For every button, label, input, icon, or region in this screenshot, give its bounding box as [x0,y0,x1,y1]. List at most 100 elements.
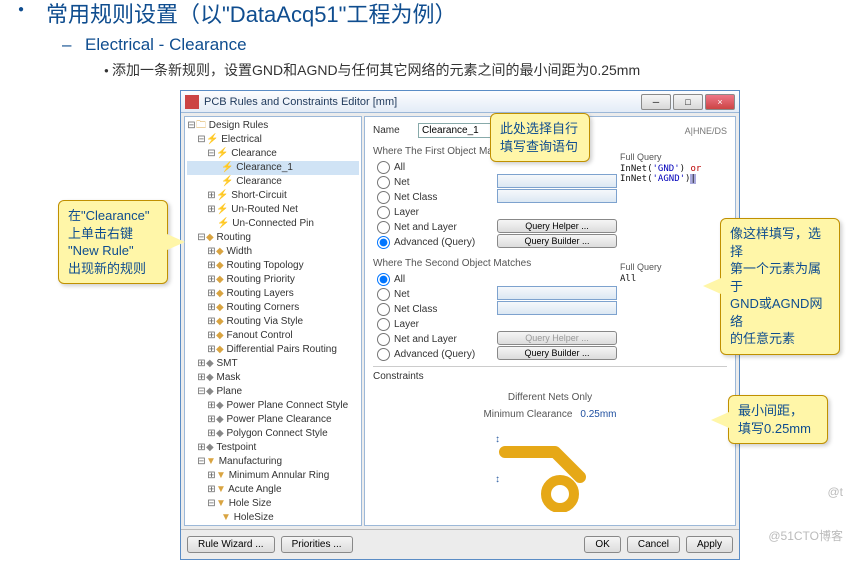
callout-query-hint: 此处选择自行 填写查询语句 [490,113,590,162]
query-builder-button-2[interactable]: Query Builder ... [497,346,617,360]
dot-icon: ● [104,66,109,75]
tree-fanout[interactable]: Fanout Control [226,330,292,341]
callout-new-rule: 在"Clearance" 上单击右键 "New Rule" 出现新的规则 [58,200,168,284]
tree-root[interactable]: Design Rules [209,120,268,131]
tree-ppclear[interactable]: Power Plane Clearance [226,414,331,425]
tree-mask[interactable]: Mask [216,372,240,383]
tree-testpoint[interactable]: Testpoint [216,442,256,453]
minimize-button[interactable]: ─ [641,94,671,110]
slide-subtitle: Electrical - Clearance [85,35,247,55]
tree-rvia[interactable]: Routing Via Style [226,316,303,327]
tree-electrical[interactable]: Electrical [221,134,262,145]
radio-net-1[interactable] [377,176,390,189]
radio-layer-2[interactable] [377,318,390,331]
tree-rlayers[interactable]: Routing Layers [226,288,293,299]
combo-netclass-1[interactable] [497,189,617,203]
tree-ppconn[interactable]: Power Plane Connect Style [226,400,348,411]
combo-netclass-2[interactable] [497,301,617,315]
combo-net-1[interactable] [497,174,617,188]
ok-button[interactable]: OK [584,536,620,553]
watermark-at: @t [827,485,843,499]
tree-holesize2[interactable]: HoleSize [234,512,274,523]
dash-icon: – [62,35,71,55]
svg-text:↕: ↕ [495,474,500,485]
radio-netclass-2[interactable] [377,303,390,316]
min-clearance-label: Minimum Clearance [483,409,572,420]
full-query-label-1: Full Query [620,152,725,162]
bullet-icon: ● [18,4,24,15]
query-helper-button-2: Query Helper ... [497,331,617,345]
maximize-button[interactable]: □ [673,94,703,110]
pcb-rules-window: PCB Rules and Constraints Editor [mm] ─ … [180,90,740,560]
apply-button[interactable]: Apply [686,536,733,553]
query-text-1[interactable]: InNet('GND') or InNet('AGND')| [620,164,725,184]
tree-plane[interactable]: Plane [216,386,242,397]
radio-net-2[interactable] [377,288,390,301]
svg-text:↕: ↕ [495,434,500,445]
min-clearance-input[interactable]: 0.25mm [580,409,616,420]
label-layer: Layer [394,207,419,218]
tree-holesize[interactable]: Hole Size [229,498,272,509]
button-bar: Rule Wizard ... Priorities ... OK Cancel… [181,529,739,559]
watermark: @51CTO博客 [768,527,843,544]
query-helper-button-1[interactable]: Query Helper ... [497,219,617,233]
tree-unrouted[interactable]: Un-Routed Net [231,204,298,215]
app-icon [185,95,199,109]
radio-netlayer-1[interactable] [377,221,390,234]
tree-polyconn[interactable]: Polygon Connect Style [226,428,327,439]
radio-all-1[interactable] [377,161,390,174]
constraints-label: Constraints [373,371,727,382]
tree-unconn[interactable]: Un-Connected Pin [232,218,314,229]
window-title: PCB Rules and Constraints Editor [mm] [204,96,641,108]
label-netclass: Net Class [394,192,437,203]
tree-diffpair[interactable]: Differential Pairs Routing [226,344,336,355]
label-all: All [394,162,405,173]
different-nets-combo[interactable]: Different Nets Only [373,392,727,403]
radio-all-2[interactable] [377,273,390,286]
radio-netclass-1[interactable] [377,191,390,204]
tree-routing[interactable]: Routing [216,232,250,243]
tree-clearance2[interactable]: Clearance [236,176,282,187]
name-label: Name [373,125,413,136]
label-net: Net [394,177,410,188]
label-netclass2: Net Class [394,304,437,315]
clearance-diagram: ↕ ↕ [485,422,615,512]
close-button[interactable]: × [705,94,735,110]
callout-query-example: 像这样填写，选择 第一个元素为属于 GND或AGND网络 的任意元素 [720,218,840,355]
callout-min-clearance: 最小间距， 填写0.25mm [728,395,828,444]
query-builder-button-1[interactable]: Query Builder ... [497,234,617,248]
tree-rcorners[interactable]: Routing Corners [226,302,299,313]
tree-clearance[interactable]: Clearance [231,148,277,159]
radio-advanced-1[interactable] [377,236,390,249]
tree-minann[interactable]: Minimum Annular Ring [229,470,330,481]
priorities-button[interactable]: Priorities ... [281,536,353,553]
label-netlayer: Net and Layer [394,222,457,233]
tree-width[interactable]: Width [226,246,252,257]
tree-rtopo[interactable]: Routing Topology [226,260,303,271]
label-layer2: Layer [394,319,419,330]
tree-mfg[interactable]: Manufacturing [219,456,282,467]
slide-description: 添加一条新规则，设置GND和AGND与任何其它网络的元素之间的最小间距为0.25… [112,60,640,80]
combo-net-2[interactable] [497,286,617,300]
rule-details-panel: Name A|HNE/DS Where The First Object Mat… [364,116,736,526]
label-advanced2: Advanced (Query) [394,349,475,360]
radio-advanced-2[interactable] [377,348,390,361]
tree-smt[interactable]: SMT [216,358,237,369]
tree-short[interactable]: Short-Circuit [231,190,287,201]
radio-layer-1[interactable] [377,206,390,219]
label-netlayer2: Net and Layer [394,334,457,345]
label-net2: Net [394,289,410,300]
tree-clearance1[interactable]: Clearance_1 [236,162,293,173]
tree-acute[interactable]: Acute Angle [228,484,281,495]
tree-rprio[interactable]: Routing Priority [226,274,294,285]
label-all2: All [394,274,405,285]
cancel-button[interactable]: Cancel [627,536,680,553]
unique-id: A|HNE/DS [685,126,727,136]
full-query-label-2: Full Query [620,262,725,272]
rule-wizard-button[interactable]: Rule Wizard ... [187,536,275,553]
label-advanced: Advanced (Query) [394,237,475,248]
slide-title: 常用规则设置（以"DataAcq51"工程为例） [46,0,456,29]
titlebar: PCB Rules and Constraints Editor [mm] ─ … [181,91,739,113]
rules-tree[interactable]: ⊟🗀 Design Rules ⊟⚡ Electrical ⊟⚡ Clearan… [184,116,362,526]
radio-netlayer-2[interactable] [377,333,390,346]
